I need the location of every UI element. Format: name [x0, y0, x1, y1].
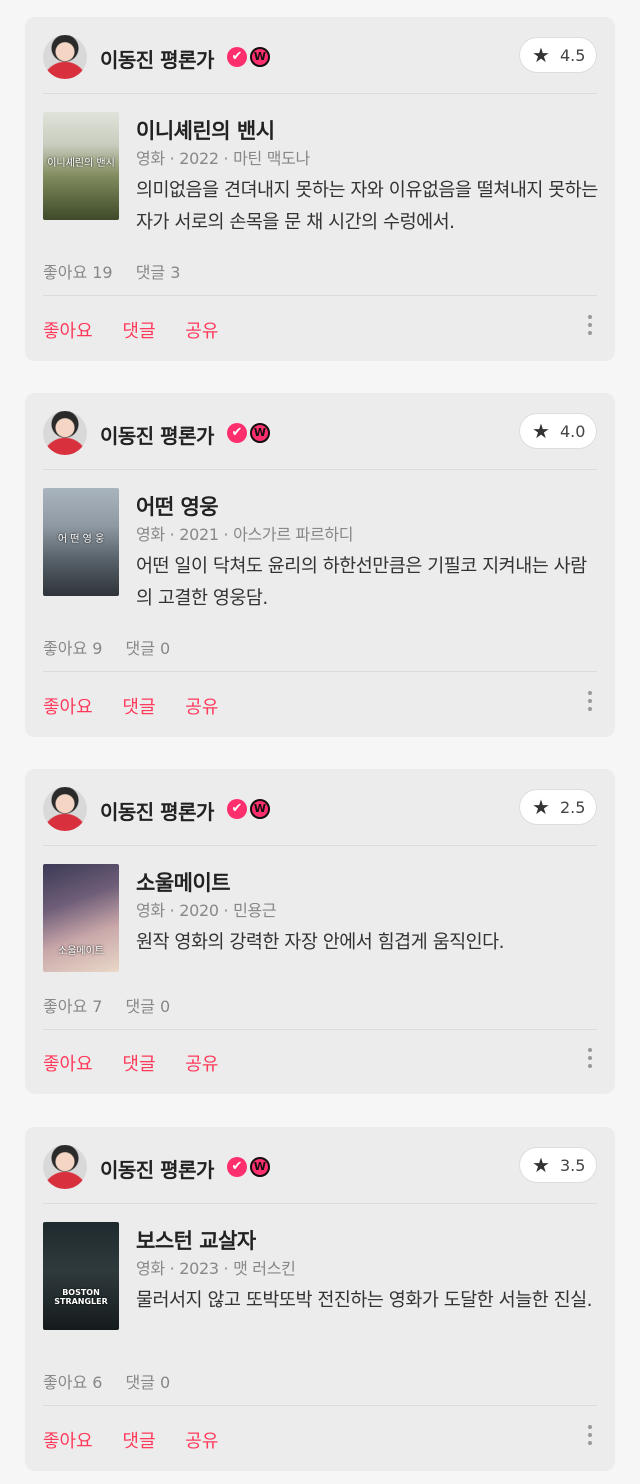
card-header: 이동진 평론가 ✔ W ★ 4.0	[43, 411, 597, 455]
star-icon: ★	[532, 419, 550, 443]
share-button[interactable]: 공유	[185, 1431, 218, 1452]
card-header: 이동진 평론가 ✔ W ★ 4.5	[43, 35, 597, 79]
movie-poster[interactable]: 이니셰린의 밴시	[43, 112, 119, 220]
movie-title[interactable]: 소울메이트	[136, 867, 231, 897]
review-text[interactable]: 어떤 일이 닥쳐도 윤리의 하한선만큼은 기필코 지켜내는 사람의 고결한 영웅…	[136, 551, 601, 615]
verified-badge-icon: ✔	[227, 423, 247, 443]
more-vertical-icon[interactable]	[587, 689, 593, 715]
divider	[43, 1405, 597, 1406]
action-bar: 좋아요 댓글 공유	[43, 693, 242, 719]
movie-meta: 영화 · 2021 · 아스가르 파르하디	[136, 525, 354, 544]
comment-count: 댓글 0	[125, 639, 171, 658]
divider	[43, 1029, 597, 1030]
like-count: 좋아요 19	[43, 263, 113, 282]
divider	[43, 93, 597, 94]
movie-poster[interactable]: 소울메이트	[43, 864, 119, 972]
star-icon: ★	[532, 1153, 550, 1177]
review-card: 이동진 평론가 ✔ W ★ 2.5 소울메이트 소울메이트 영화 · 2020 …	[25, 769, 615, 1094]
more-vertical-icon[interactable]	[587, 313, 593, 339]
rating-pill: ★ 2.5	[519, 789, 597, 825]
review-text[interactable]: 물러서지 않고 또박또박 전진하는 영화가 도달한 서늘한 진실.	[136, 1285, 601, 1317]
share-button[interactable]: 공유	[185, 1054, 218, 1075]
rating-pill: ★ 4.5	[519, 37, 597, 73]
review-text[interactable]: 의미없음을 견뎌내지 못하는 자와 이유없음을 떨쳐내지 못하는 자가 서로의 …	[136, 175, 601, 239]
divider	[43, 1203, 597, 1204]
watcha-badge-icon: W	[250, 423, 270, 443]
watcha-badge-icon: W	[250, 47, 270, 67]
poster-title: 이니셰린의 밴시	[47, 158, 115, 169]
like-button[interactable]: 좋아요	[43, 697, 93, 718]
author-name[interactable]: 이동진 평론가	[100, 796, 214, 825]
like-count: 좋아요 6	[43, 1373, 103, 1392]
review-stats: 좋아요 19 댓글 3	[43, 259, 198, 283]
star-icon: ★	[532, 43, 550, 67]
comment-button[interactable]: 댓글	[122, 1431, 155, 1452]
author-avatar[interactable]	[43, 787, 87, 831]
divider	[43, 469, 597, 470]
movie-title[interactable]: 이니셰린의 밴시	[136, 115, 275, 145]
watcha-badge-icon: W	[250, 799, 270, 819]
action-bar: 좋아요 댓글 공유	[43, 1427, 242, 1453]
like-button[interactable]: 좋아요	[43, 321, 93, 342]
author-name[interactable]: 이동진 평론가	[100, 44, 214, 73]
poster-title: BOSTON STRANGLER	[54, 1288, 108, 1306]
more-vertical-icon[interactable]	[587, 1046, 593, 1072]
like-button[interactable]: 좋아요	[43, 1431, 93, 1452]
card-header: 이동진 평론가 ✔ W ★ 3.5	[43, 1145, 597, 1189]
rating-value: 4.0	[560, 422, 586, 441]
comment-count: 댓글 0	[125, 997, 171, 1016]
divider	[43, 671, 597, 672]
author-avatar[interactable]	[43, 411, 87, 455]
comment-button[interactable]: 댓글	[122, 697, 155, 718]
share-button[interactable]: 공유	[185, 321, 218, 342]
review-text[interactable]: 원작 영화의 강력한 자장 안에서 힘겹게 움직인다.	[136, 927, 601, 959]
review-card: 이동진 평론가 ✔ W ★ 4.5 이니셰린의 밴시 이니셰린의 밴시 영화 ·…	[25, 17, 615, 361]
rating-pill: ★ 3.5	[519, 1147, 597, 1183]
review-card: 이동진 평론가 ✔ W ★ 4.0 어 떤 영 웅 어떤 영웅 영화 · 202…	[25, 393, 615, 737]
star-icon: ★	[532, 795, 550, 819]
action-bar: 좋아요 댓글 공유	[43, 317, 242, 343]
poster-title: 어 떤 영 웅	[57, 534, 105, 545]
more-vertical-icon[interactable]	[587, 1423, 593, 1449]
rating-pill: ★ 4.0	[519, 413, 597, 449]
watcha-badge-icon: W	[250, 1157, 270, 1177]
like-count: 좋아요 9	[43, 639, 103, 658]
verified-badge-icon: ✔	[227, 47, 247, 67]
card-header: 이동진 평론가 ✔ W ★ 2.5	[43, 787, 597, 831]
share-button[interactable]: 공유	[185, 697, 218, 718]
author-name[interactable]: 이동진 평론가	[100, 420, 214, 449]
verified-badge-icon: ✔	[227, 1157, 247, 1177]
movie-meta: 영화 · 2022 · 마틴 맥도나	[136, 149, 310, 168]
movie-meta: 영화 · 2020 · 민용근	[136, 901, 277, 920]
rating-value: 3.5	[560, 1156, 586, 1175]
divider	[43, 295, 597, 296]
poster-title: 소울메이트	[58, 946, 104, 957]
divider	[43, 845, 597, 846]
review-feed: 이동진 평론가 ✔ W ★ 4.5 이니셰린의 밴시 이니셰린의 밴시 영화 ·…	[0, 0, 640, 1484]
action-bar: 좋아요 댓글 공유	[43, 1050, 242, 1076]
review-stats: 좋아요 7 댓글 0	[43, 993, 188, 1017]
like-button[interactable]: 좋아요	[43, 1054, 93, 1075]
movie-poster[interactable]: 어 떤 영 웅	[43, 488, 119, 596]
comment-button[interactable]: 댓글	[122, 321, 155, 342]
comment-count: 댓글 0	[125, 1373, 171, 1392]
author-avatar[interactable]	[43, 1145, 87, 1189]
comment-button[interactable]: 댓글	[122, 1054, 155, 1075]
movie-meta: 영화 · 2023 · 맷 러스킨	[136, 1259, 296, 1278]
verified-badge-icon: ✔	[227, 799, 247, 819]
movie-title[interactable]: 어떤 영웅	[136, 491, 219, 521]
like-count: 좋아요 7	[43, 997, 103, 1016]
review-stats: 좋아요 6 댓글 0	[43, 1369, 188, 1393]
comment-count: 댓글 3	[135, 263, 181, 282]
rating-value: 4.5	[560, 46, 586, 65]
review-card: 이동진 평론가 ✔ W ★ 3.5 BOSTON STRANGLER 보스턴 교…	[25, 1127, 615, 1471]
rating-value: 2.5	[560, 798, 586, 817]
movie-poster[interactable]: BOSTON STRANGLER	[43, 1222, 119, 1330]
author-name[interactable]: 이동진 평론가	[100, 1154, 214, 1183]
review-stats: 좋아요 9 댓글 0	[43, 635, 188, 659]
author-avatar[interactable]	[43, 35, 87, 79]
movie-title[interactable]: 보스턴 교살자	[136, 1225, 256, 1255]
